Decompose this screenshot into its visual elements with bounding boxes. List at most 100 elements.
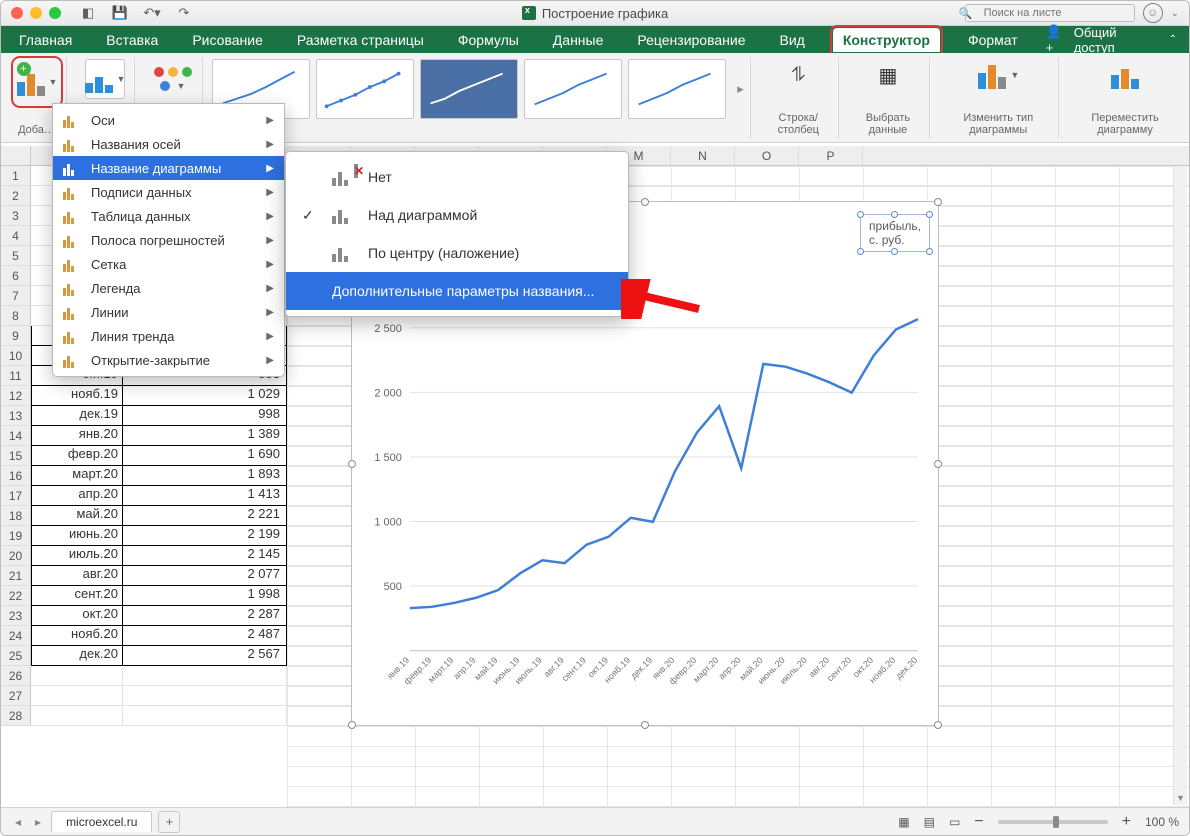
cell-B14[interactable]: 1 389 <box>123 426 287 446</box>
chart-plot-area[interactable]: 5001 0001 5002 0002 500янв.19февр.19март… <box>362 292 928 706</box>
cell-B26[interactable] <box>123 666 287 686</box>
switch-row-column-button[interactable]: ⥮ <box>780 59 816 91</box>
row-header-22[interactable]: 22 <box>1 586 31 606</box>
row-header-10[interactable]: 10 <box>1 346 31 366</box>
submenu-item-1[interactable]: ✓Над диаграммой <box>286 196 628 234</box>
qat-redo-icon[interactable]: ↷ <box>175 5 193 21</box>
row-header-6[interactable]: 6 <box>1 266 31 286</box>
cell-B13[interactable]: 998 <box>123 406 287 426</box>
row-header-11[interactable]: 11 <box>1 366 31 386</box>
cell-B28[interactable] <box>123 706 287 726</box>
zoom-slider[interactable] <box>998 820 1108 824</box>
view-page-break-icon[interactable]: ▭ <box>949 815 960 829</box>
tab-draw[interactable]: Рисование <box>186 29 269 51</box>
tab-insert[interactable]: Вставка <box>100 29 164 51</box>
feedback-smiley-icon[interactable]: ☺ <box>1143 3 1163 23</box>
change-chart-type-button[interactable]: ▼ <box>980 59 1016 91</box>
zoom-level[interactable]: 100 % <box>1145 815 1179 829</box>
menu-item-7[interactable]: Легенда▶ <box>53 276 284 300</box>
row-header-14[interactable]: 14 <box>1 426 31 446</box>
cell-B22[interactable]: 1 998 <box>123 586 287 606</box>
tab-home[interactable]: Главная <box>13 29 78 51</box>
tab-formulas[interactable]: Формулы <box>452 29 525 51</box>
chart-style-3[interactable] <box>420 59 518 119</box>
menu-item-0[interactable]: Оси▶ <box>53 108 284 132</box>
submenu-item-2[interactable]: По центру (наложение) <box>286 234 628 272</box>
tab-chart-design[interactable]: Конструктор <box>833 28 940 52</box>
cell-A12[interactable]: нояб.19 <box>31 386 123 406</box>
feedback-dropdown-icon[interactable]: ⌄ <box>1171 8 1179 19</box>
window-close-button[interactable] <box>11 7 23 19</box>
row-header-26[interactable]: 26 <box>1 666 31 686</box>
cell-B20[interactable]: 2 145 <box>123 546 287 566</box>
menu-item-1[interactable]: Названия осей▶ <box>53 132 284 156</box>
row-header-7[interactable]: 7 <box>1 286 31 306</box>
submenu-item-0[interactable]: ✕Нет <box>286 158 628 196</box>
cell-A23[interactable]: окт.20 <box>31 606 123 626</box>
cell-A15[interactable]: февр.20 <box>31 446 123 466</box>
cell-A20[interactable]: июль.20 <box>31 546 123 566</box>
cell-A26[interactable] <box>31 666 123 686</box>
tab-review[interactable]: Рецензирование <box>631 29 751 51</box>
row-header-4[interactable]: 4 <box>1 226 31 246</box>
cell-A27[interactable] <box>31 686 123 706</box>
zoom-out-button[interactable]: − <box>974 813 983 831</box>
sheet-nav-prev[interactable]: ▸ <box>31 815 45 829</box>
sheet-nav-first[interactable]: ◂ <box>11 815 25 829</box>
zoom-in-button[interactable]: + <box>1122 813 1131 831</box>
cell-A21[interactable]: авг.20 <box>31 566 123 586</box>
chart-style-5[interactable] <box>628 59 726 119</box>
cell-A28[interactable] <box>31 706 123 726</box>
cell-A19[interactable]: июнь.20 <box>31 526 123 546</box>
vertical-scrollbar[interactable]: ▲ ▼ <box>1173 147 1187 805</box>
quick-layout-button[interactable]: ▼ <box>85 59 125 99</box>
sheet-tab[interactable]: microexcel.ru <box>51 811 152 832</box>
add-chart-element-button[interactable]: + ▼ <box>14 59 60 105</box>
row-header-19[interactable]: 19 <box>1 526 31 546</box>
change-colors-button[interactable]: ▼ <box>153 59 193 99</box>
add-sheet-button[interactable]: + <box>158 811 180 833</box>
cell-B15[interactable]: 1 690 <box>123 446 287 466</box>
cell-B24[interactable]: 2 487 <box>123 626 287 646</box>
cell-A13[interactable]: дек.19 <box>31 406 123 426</box>
style-gallery-next[interactable]: ▸ <box>732 61 750 117</box>
row-header-9[interactable]: 9 <box>1 326 31 346</box>
menu-item-6[interactable]: Сетка▶ <box>53 252 284 276</box>
scroll-down-icon[interactable]: ▼ <box>1174 791 1187 805</box>
row-header-13[interactable]: 13 <box>1 406 31 426</box>
chart-style-4[interactable] <box>524 59 622 119</box>
row-header-1[interactable]: 1 <box>1 166 31 186</box>
row-header-24[interactable]: 24 <box>1 626 31 646</box>
submenu-item-3[interactable]: Дополнительные параметры названия... <box>286 272 628 310</box>
tab-format[interactable]: Формат <box>962 29 1024 51</box>
window-maximize-button[interactable] <box>49 7 61 19</box>
row-header-17[interactable]: 17 <box>1 486 31 506</box>
row-header-16[interactable]: 16 <box>1 466 31 486</box>
cell-A25[interactable]: дек.20 <box>31 646 123 666</box>
row-header-15[interactable]: 15 <box>1 446 31 466</box>
cell-A17[interactable]: апр.20 <box>31 486 123 506</box>
cell-B12[interactable]: 1 029 <box>123 386 287 406</box>
tab-view[interactable]: Вид <box>774 29 811 51</box>
select-data-button[interactable]: ▦ <box>870 59 906 91</box>
chart-style-2[interactable] <box>316 59 414 119</box>
menu-item-8[interactable]: Линии▶ <box>53 300 284 324</box>
view-normal-icon[interactable]: ▦ <box>898 815 909 829</box>
cell-A14[interactable]: янв.20 <box>31 426 123 446</box>
tab-data[interactable]: Данные <box>547 29 610 51</box>
row-header-18[interactable]: 18 <box>1 506 31 526</box>
col-header-O[interactable]: O <box>735 146 799 165</box>
cell-A24[interactable]: нояб.20 <box>31 626 123 646</box>
cell-B25[interactable]: 2 567 <box>123 646 287 666</box>
cell-B17[interactable]: 1 413 <box>123 486 287 506</box>
cell-B16[interactable]: 1 893 <box>123 466 287 486</box>
row-header-28[interactable]: 28 <box>1 706 31 726</box>
cell-B23[interactable]: 2 287 <box>123 606 287 626</box>
row-header-20[interactable]: 20 <box>1 546 31 566</box>
qat-undo-icon[interactable]: ↶▾ <box>143 5 161 21</box>
row-header-3[interactable]: 3 <box>1 206 31 226</box>
share-button[interactable]: 👤+ Общий доступ <box>1046 24 1155 55</box>
row-header-12[interactable]: 12 <box>1 386 31 406</box>
row-header-23[interactable]: 23 <box>1 606 31 626</box>
cell-B21[interactable]: 2 077 <box>123 566 287 586</box>
